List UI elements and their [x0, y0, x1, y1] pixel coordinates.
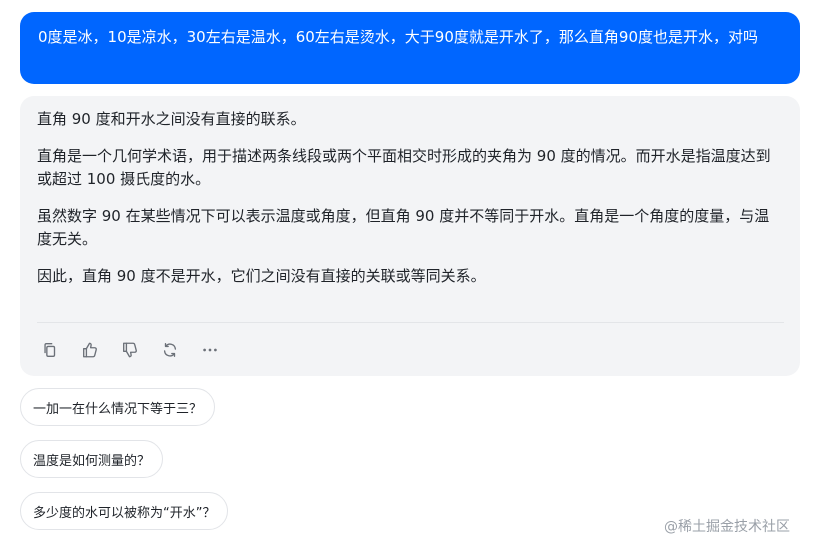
suggestion-text: 多少度的水可以被称为“开水”？ — [33, 505, 216, 521]
suggestion-chip[interactable]: 温度是如何测量的？ — [20, 440, 164, 478]
regenerate-icon — [163, 343, 177, 357]
chat-page: 0度是冰，10是凉水，30左右是温水，60左右是烫水，大于90度就是开水了，那么… — [0, 0, 822, 542]
regenerate-button[interactable] — [158, 338, 182, 362]
message-action-bar — [38, 338, 238, 362]
suggestion-chip[interactable]: 一加一在什么情况下等于三？ — [20, 388, 216, 426]
suggestion-text: 温度是如何测量的？ — [33, 453, 151, 469]
suggestion-chip[interactable]: 多少度的水可以被称为“开水”？ — [20, 492, 229, 530]
action-divider — [37, 322, 784, 323]
more-icon — [203, 348, 217, 352]
suggestion-text: 一加一在什么情况下等于三？ — [33, 401, 203, 417]
dislike-button[interactable] — [118, 338, 142, 362]
assistant-message-card: 直角 90 度和开水之间没有直接的联系。 直角是一个几何学术语，用于描述两条线段… — [20, 96, 800, 376]
assistant-paragraph: 因此，直角 90 度不是开水，它们之间没有直接的关联或等同关系。 — [37, 267, 486, 285]
thumbs-down-icon — [123, 342, 137, 358]
assistant-paragraph: 直角 90 度和开水之间没有直接的联系。 — [37, 110, 306, 128]
copy-button[interactable] — [38, 338, 62, 362]
assistant-paragraph: 直角是一个几何学术语，用于描述两条线段或两个平面相交时形成的夹角为 90 度的情… — [37, 147, 771, 188]
assistant-paragraph: 虽然数字 90 在某些情况下可以表示温度或角度，但直角 90 度并不等同于开水。… — [37, 207, 770, 248]
copy-icon — [44, 343, 56, 357]
thumbs-up-icon — [83, 342, 97, 358]
watermark: @稀土掘金技术社区 — [664, 519, 790, 535]
user-message-text: 0度是冰，10是凉水，30左右是温水，60左右是烫水，大于90度就是开水了，那么… — [38, 28, 758, 46]
user-message-bubble: 0度是冰，10是凉水，30左右是温水，60左右是烫水，大于90度就是开水了，那么… — [20, 12, 800, 84]
more-button[interactable] — [198, 338, 222, 362]
like-button[interactable] — [78, 338, 102, 362]
